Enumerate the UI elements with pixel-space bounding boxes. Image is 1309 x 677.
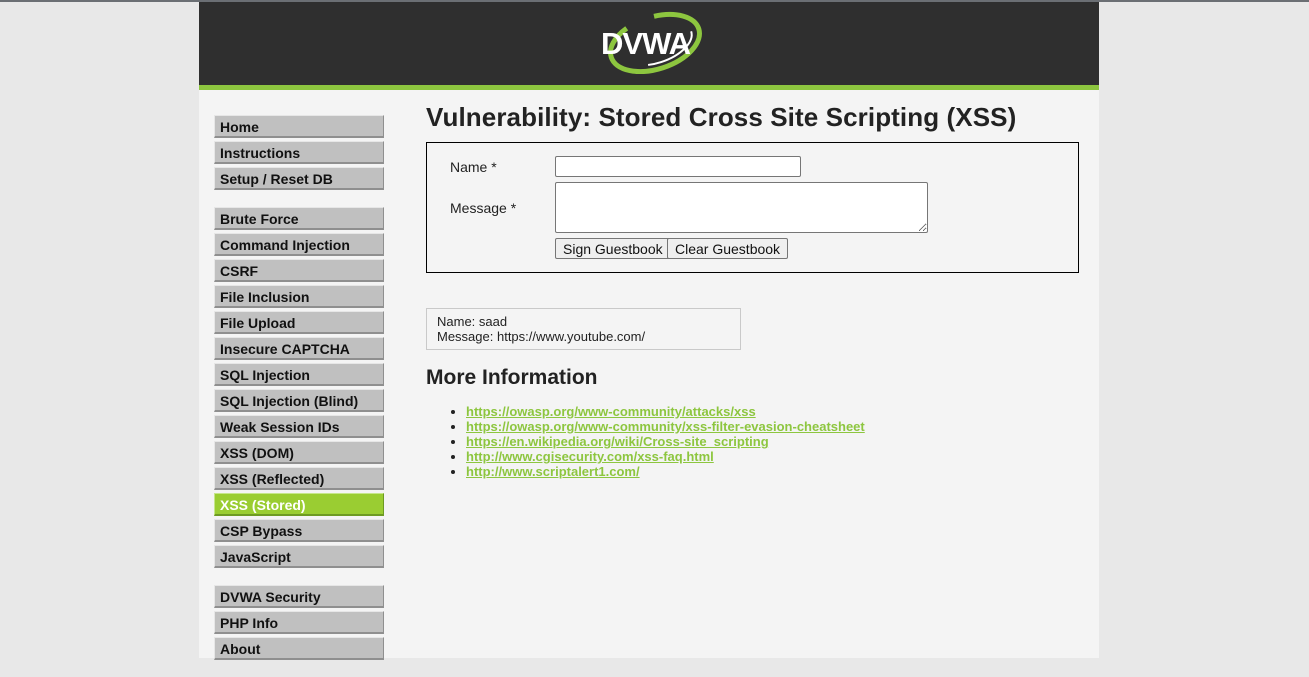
sign-guestbook-button[interactable]: Sign Guestbook <box>555 238 671 259</box>
link-owasp-filter-evasion[interactable]: https://owasp.org/www-community/xss-filt… <box>466 419 865 434</box>
sidebar-menu: Home Instructions Setup / Reset DB Brute… <box>214 115 384 677</box>
menu-item-about[interactable]: About <box>214 637 384 660</box>
menu-item-sql-injection-blind[interactable]: SQL Injection (Blind) <box>214 389 384 412</box>
menu-item-setup-reset-db[interactable]: Setup / Reset DB <box>214 167 384 190</box>
list-item: http://www.cgisecurity.com/xss-faq.html <box>466 449 865 464</box>
list-item: https://owasp.org/www-community/xss-filt… <box>466 419 865 434</box>
menu-item-instructions[interactable]: Instructions <box>214 141 384 164</box>
menu-group-main: Home Instructions Setup / Reset DB <box>214 115 384 190</box>
link-owasp-xss[interactable]: https://owasp.org/www-community/attacks/… <box>466 404 756 419</box>
page-title: Vulnerability: Stored Cross Site Scripti… <box>426 102 1017 132</box>
menu-item-home[interactable]: Home <box>214 115 384 138</box>
entry-message: Message: https://www.youtube.com/ <box>437 329 646 344</box>
name-input[interactable] <box>555 156 801 177</box>
menu-item-sql-injection[interactable]: SQL Injection <box>214 363 384 386</box>
guestbook-entry: Name: saad Message: https://www.youtube.… <box>426 308 741 350</box>
page-wrapper: DVWA Home Instructions Setup / Reset DB … <box>199 2 1099 660</box>
menu-item-xss-stored[interactable]: XSS (Stored) <box>214 493 384 516</box>
name-label: Name * <box>450 159 497 175</box>
guestbook-form: Name * Message * Sign Guestbook Clear Gu… <box>426 142 1079 273</box>
main-content: Vulnerability: Stored Cross Site Scripti… <box>426 102 1086 479</box>
more-information-heading: More Information <box>426 366 598 389</box>
menu-item-csp-bypass[interactable]: CSP Bypass <box>214 519 384 542</box>
menu-item-csrf[interactable]: CSRF <box>214 259 384 282</box>
menu-item-xss-dom[interactable]: XSS (DOM) <box>214 441 384 464</box>
message-textarea[interactable] <box>555 182 928 233</box>
message-label: Message * <box>450 200 517 216</box>
list-item: https://en.wikipedia.org/wiki/Cross-site… <box>466 434 865 449</box>
header: DVWA <box>199 2 1099 90</box>
more-information-links: https://owasp.org/www-community/attacks/… <box>426 404 865 479</box>
menu-item-dvwa-security[interactable]: DVWA Security <box>214 585 384 608</box>
menu-item-weak-session-ids[interactable]: Weak Session IDs <box>214 415 384 438</box>
menu-item-xss-reflected[interactable]: XSS (Reflected) <box>214 467 384 490</box>
link-scriptalert1[interactable]: http://www.scriptalert1.com/ <box>466 464 640 479</box>
menu-item-php-info[interactable]: PHP Info <box>214 611 384 634</box>
menu-item-insecure-captcha[interactable]: Insecure CAPTCHA <box>214 337 384 360</box>
menu-group-settings: DVWA Security PHP Info About <box>214 585 384 660</box>
list-item: http://www.scriptalert1.com/ <box>466 464 865 479</box>
menu-item-command-injection[interactable]: Command Injection <box>214 233 384 256</box>
link-cgisecurity-faq[interactable]: http://www.cgisecurity.com/xss-faq.html <box>466 449 714 464</box>
menu-item-brute-force[interactable]: Brute Force <box>214 207 384 230</box>
entry-name: Name: saad <box>437 314 508 329</box>
menu-group-vulnerabilities: Brute Force Command Injection CSRF File … <box>214 207 384 568</box>
menu-item-javascript[interactable]: JavaScript <box>214 545 384 568</box>
menu-item-file-inclusion[interactable]: File Inclusion <box>214 285 384 308</box>
logo-text: DVWA <box>601 26 691 61</box>
clear-guestbook-button[interactable]: Clear Guestbook <box>667 238 789 259</box>
menu-item-file-upload[interactable]: File Upload <box>214 311 384 334</box>
list-item: https://owasp.org/www-community/attacks/… <box>466 404 865 419</box>
link-wikipedia-xss[interactable]: https://en.wikipedia.org/wiki/Cross-site… <box>466 434 769 449</box>
dvwa-logo[interactable]: DVWA <box>593 10 705 74</box>
